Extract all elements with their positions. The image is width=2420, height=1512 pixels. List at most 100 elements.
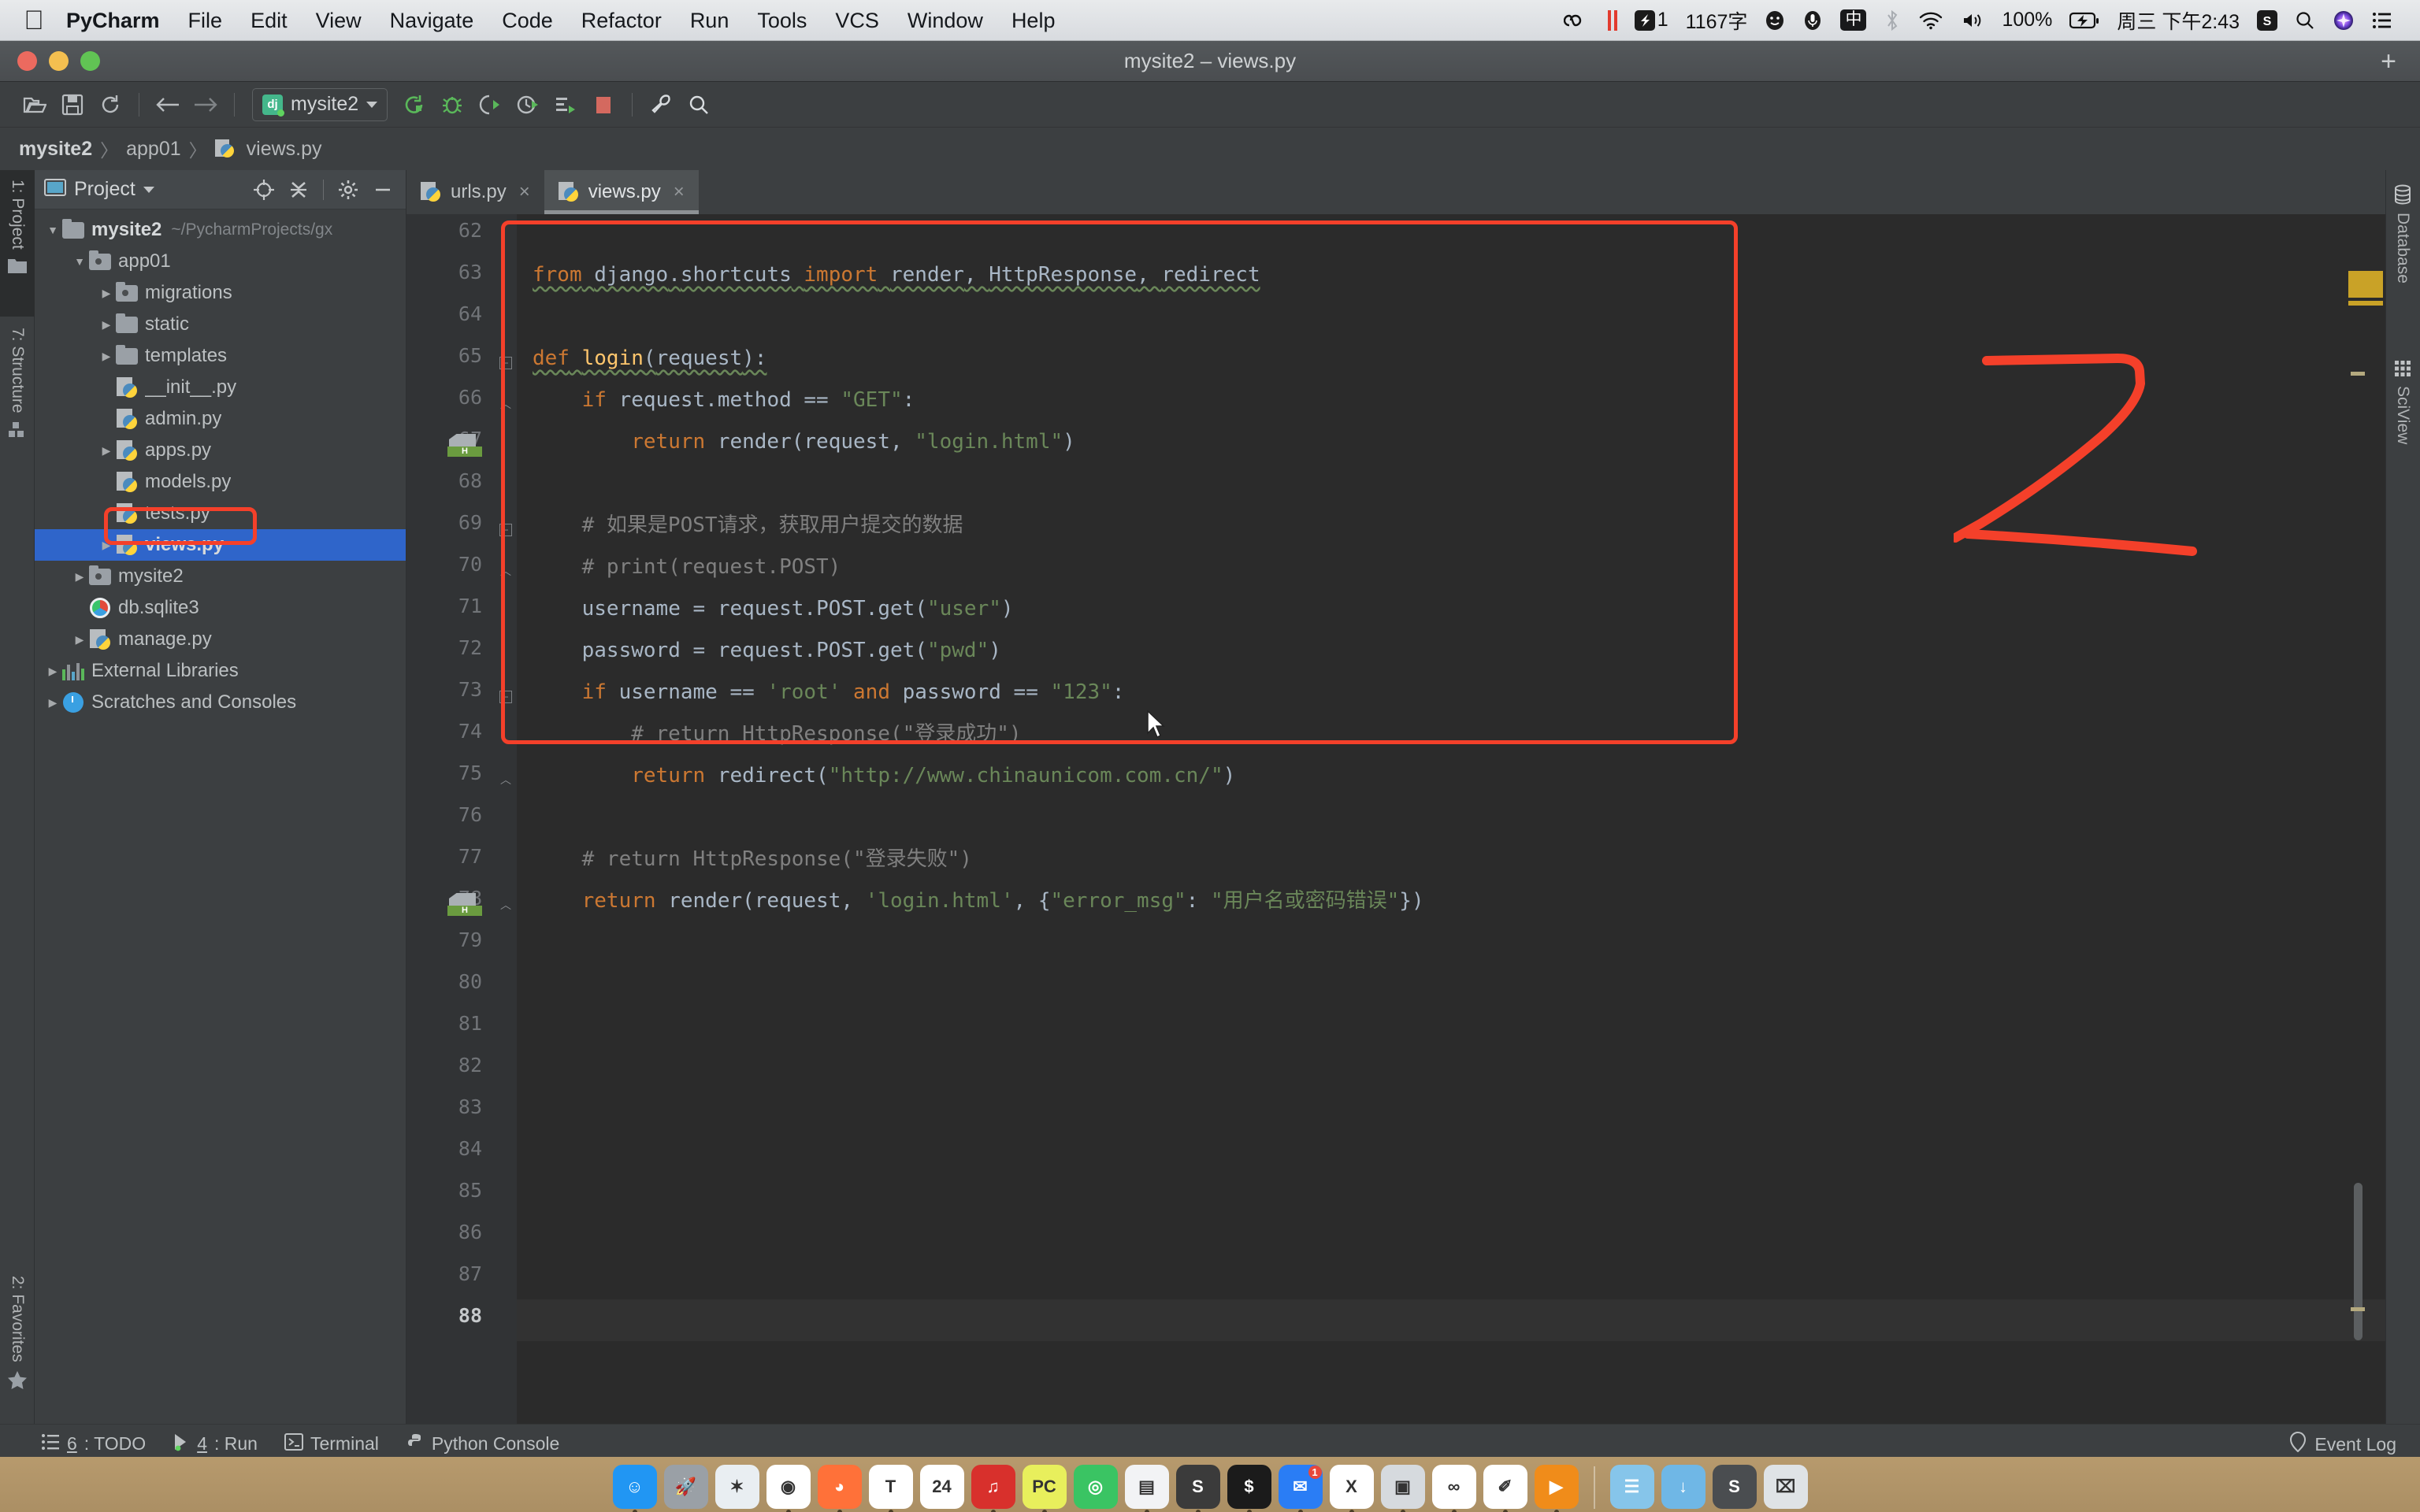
bottom-tool--todo[interactable]: 6: TODO (41, 1433, 146, 1455)
menu-item-pycharm[interactable]: PyCharm (52, 0, 174, 41)
tree-item[interactable]: __init__.py (35, 372, 406, 403)
pycharm-icon[interactable]: PC (1022, 1465, 1067, 1512)
screenshot-file-icon[interactable]: S (1712, 1465, 1757, 1509)
chevron-right-icon[interactable]: ▶ (98, 318, 115, 332)
forward-arrow-icon[interactable] (188, 87, 223, 122)
chevron-down-icon[interactable]: ▼ (71, 255, 88, 268)
microphone-icon[interactable] (1794, 0, 1832, 41)
emoji-icon[interactable] (1756, 0, 1794, 41)
downloads-folder-icon[interactable]: ↓ (1661, 1465, 1706, 1509)
chevron-right-icon[interactable]: ▶ (44, 665, 61, 678)
chevron-right-icon[interactable]: ▶ (98, 287, 115, 300)
tree-item[interactable]: models.py (35, 466, 406, 498)
event-log-button[interactable]: Event Log (2289, 1431, 2396, 1457)
bluetooth-icon[interactable] (1875, 0, 1910, 41)
tree-item[interactable]: ▶ manage.py (35, 624, 406, 655)
profile-icon[interactable] (510, 87, 545, 122)
datetime-label[interactable]: 周三 下午2:43 (2108, 0, 2248, 41)
tools-icon[interactable]: ✐ (1483, 1465, 1527, 1512)
sidebar-item-favorites[interactable]: 2: Favorites (0, 1266, 35, 1424)
fold-collapse-icon[interactable]: − (499, 357, 512, 369)
calendar-icon[interactable]: 24 (919, 1465, 964, 1509)
volume-icon[interactable] (1952, 0, 1993, 41)
fold-region-icon[interactable]: ︿ (499, 899, 512, 910)
shadowsocks-icon[interactable]: 1 (1626, 0, 1677, 41)
chevron-down-icon[interactable] (143, 186, 154, 193)
close-icon[interactable]: × (674, 181, 685, 203)
pause-bars-icon[interactable] (1599, 0, 1626, 41)
collapse-all-icon[interactable] (285, 176, 312, 203)
breadcrumb-item-mysite2[interactable]: mysite2 (19, 138, 92, 161)
siri-icon[interactable] (2324, 0, 2363, 41)
tree-item[interactable]: ▶ templates (35, 340, 406, 372)
parallels-icon[interactable]: ▣ (1380, 1465, 1425, 1512)
keynote-icon[interactable]: ▤ (1124, 1465, 1169, 1512)
ime-indicator[interactable]: 中 (1832, 0, 1875, 41)
chevron-right-icon[interactable]: ▶ (44, 696, 61, 710)
chevron-right-icon[interactable]: ▶ (98, 539, 115, 552)
close-icon[interactable]: × (519, 181, 530, 203)
sublime-text-icon[interactable]: S (1175, 1465, 1220, 1512)
chevron-right-icon[interactable]: ▶ (98, 444, 115, 458)
breadcrumb-item-app01[interactable]: app01 (126, 138, 181, 161)
bottom-tool-python-console[interactable]: Python Console (406, 1432, 559, 1456)
menu-item-run[interactable]: Run (676, 0, 744, 41)
player-icon[interactable]: ▶ (1534, 1465, 1579, 1512)
run-icon[interactable] (397, 87, 432, 122)
firefox-icon[interactable]: ◕ (817, 1465, 862, 1512)
sidebar-item-sciview[interactable]: SciView (2385, 350, 2420, 491)
tree-item[interactable]: ▶ static (35, 309, 406, 340)
breadcrumb-item-views-py[interactable]: views.py (247, 138, 322, 161)
settings-wrench-icon[interactable] (644, 87, 678, 122)
sidebar-item-structure[interactable]: 7: Structure (0, 318, 35, 484)
locate-target-icon[interactable] (251, 176, 277, 203)
editor-scrollbar[interactable] (2351, 214, 2365, 1424)
back-arrow-icon[interactable] (150, 87, 185, 122)
scrollbar-thumb[interactable] (2354, 1183, 2362, 1340)
tree-item[interactable]: ▶ migrations (35, 277, 406, 309)
fold-collapse-icon[interactable]: − (499, 691, 512, 703)
bottom-tool-terminal[interactable]: Terminal (284, 1432, 379, 1456)
tree-item[interactable]: ▶ apps.py (35, 435, 406, 466)
search-everywhere-icon[interactable] (681, 87, 716, 122)
chevron-right-icon[interactable]: ▶ (71, 570, 88, 584)
chevron-down-icon[interactable]: ▼ (44, 224, 61, 236)
menu-item-tools[interactable]: Tools (743, 0, 821, 41)
search-icon[interactable] (2286, 0, 2324, 41)
menu-item-edit[interactable]: Edit (236, 0, 302, 41)
wifi-icon[interactable] (1910, 0, 1952, 41)
terminal-icon[interactable]: $ (1227, 1465, 1271, 1512)
netease-music-icon[interactable]: ♫ (971, 1465, 1015, 1512)
battery-charging-icon[interactable] (2061, 0, 2108, 41)
documents-folder-icon[interactable]: ☰ (1609, 1465, 1654, 1509)
html-run-gutter-icon[interactable]: H (447, 434, 484, 458)
save-icon[interactable] (55, 87, 90, 122)
chevron-right-icon[interactable]: ▶ (98, 350, 115, 363)
code-view[interactable]: from django.shortcuts import render, Htt… (517, 214, 2385, 1424)
word-count-label[interactable]: 1167字 (1677, 0, 1757, 41)
tree-item[interactable]: admin.py (35, 403, 406, 435)
menu-item-navigate[interactable]: Navigate (376, 0, 488, 41)
chrome-icon[interactable]: ◉ (766, 1465, 811, 1512)
sync-icon[interactable] (93, 87, 128, 122)
textedit-icon[interactable]: T (868, 1465, 913, 1512)
sidebar-item-database[interactable]: Database (2385, 175, 2420, 342)
new-tab-button[interactable]: + (2381, 48, 2396, 75)
menu-item-window[interactable]: Window (893, 0, 997, 41)
tree-item[interactable]: ▶ External Libraries (35, 655, 406, 687)
menu-item-file[interactable]: File (174, 0, 237, 41)
menu-item-vcs[interactable]: VCS (821, 0, 893, 41)
sidebar-item-project[interactable]: 1: Project (0, 170, 35, 317)
chevron-down-icon[interactable] (366, 101, 378, 108)
battery-percent[interactable]: 100% (1993, 0, 2061, 41)
menu-item-code[interactable]: Code (488, 0, 567, 41)
fold-collapse-icon[interactable]: − (499, 524, 512, 536)
tree-item[interactable]: ▼ mysite2 ~/PycharmProjects/gx (35, 214, 406, 246)
control-center-icon[interactable] (2363, 0, 2401, 41)
open-folder-icon[interactable] (17, 87, 52, 122)
trash-icon[interactable]: ⌧ (1763, 1465, 1808, 1509)
debug-icon[interactable] (435, 87, 470, 122)
editor-tab-urls-py[interactable]: urls.py × (406, 170, 544, 214)
html-run-gutter-icon[interactable]: H (447, 893, 484, 917)
stop-icon[interactable] (586, 87, 621, 122)
